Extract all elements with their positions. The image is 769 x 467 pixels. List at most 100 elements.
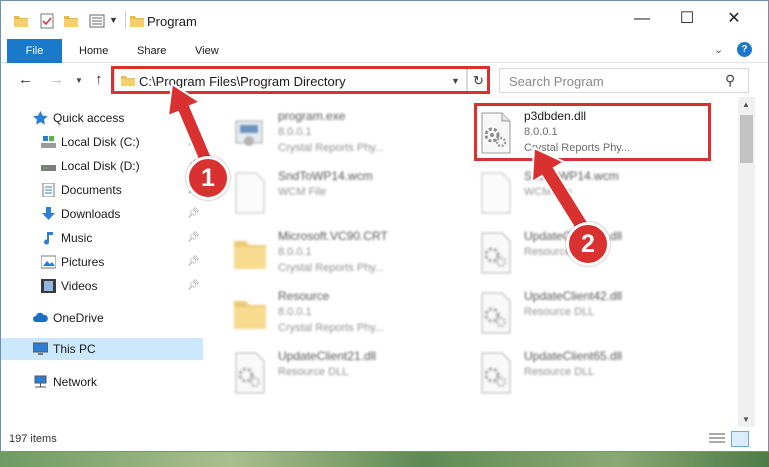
file-description: Crystal Reports Phy... (278, 262, 385, 274)
file-name: UpdateClient65.dll (524, 349, 623, 363)
documents-icon (42, 183, 55, 197)
file-item[interactable]: SndToWP14.wcm WCM File (232, 167, 472, 223)
sidebar-item-label: Pictures (61, 255, 105, 269)
desktop-wallpaper (0, 452, 769, 467)
file-type: WCM File (278, 186, 327, 198)
file-description: Crystal Reports Phy... (278, 322, 385, 334)
sidebar-item-label: This PC (53, 342, 96, 356)
tab-view[interactable]: View (195, 39, 219, 63)
close-button[interactable]: ✕ (719, 7, 749, 31)
recent-locations-icon[interactable]: ▼ (75, 76, 83, 85)
file-name: UpdateClient21.dll (278, 349, 377, 363)
pictures-icon (41, 255, 56, 269)
sidebar-item-downloads[interactable]: Downloads 📌︎ (1, 203, 203, 225)
network-icon (34, 375, 47, 388)
file-type: Resource DLL (524, 306, 595, 318)
scroll-thumb[interactable] (740, 115, 753, 163)
drive-icon (41, 165, 56, 171)
pin-icon[interactable]: 📌︎ (187, 256, 200, 267)
sidebar-item-videos[interactable]: Videos 📌︎ (1, 275, 203, 297)
scroll-up-icon[interactable]: ▲ (742, 100, 750, 109)
sidebar-item-label: Music (61, 231, 93, 245)
folder-icon (130, 16, 144, 27)
folder-icon (234, 301, 266, 329)
sidebar-item-label: Network (53, 375, 98, 389)
file-name: Resource (278, 289, 330, 303)
tab-share[interactable]: Share (137, 39, 166, 63)
sidebar-item-label: Local Disk (D:) (61, 159, 140, 173)
pin-icon[interactable]: 📌︎ (187, 208, 200, 219)
tab-file[interactable]: File (7, 39, 62, 63)
maximize-button[interactable]: ☐ (672, 7, 702, 31)
search-icon[interactable]: ⚲ (725, 72, 735, 89)
folder-icon[interactable] (13, 13, 29, 29)
computer-icon (33, 342, 48, 355)
title-separator (125, 11, 126, 29)
item-count: 197 items (9, 433, 57, 445)
cloud-icon (33, 312, 48, 322)
file-item[interactable]: program.exe 8.0.0.1 Crystal Reports Phy.… (232, 107, 472, 163)
view-options-icon[interactable] (89, 13, 105, 29)
sidebar-item-label: Documents (61, 183, 122, 197)
star-icon (33, 111, 48, 125)
file-type: Resource DLL (524, 366, 595, 378)
file-name: program.exe (278, 109, 346, 123)
file-description: Crystal Reports Phy... (278, 142, 385, 154)
properties-check-icon[interactable] (39, 13, 55, 29)
blank-file-icon (481, 172, 511, 214)
file-name: Microsoft.VC90.CRT (278, 229, 388, 243)
music-icon (44, 232, 53, 245)
tiles-view-icon[interactable] (731, 431, 749, 447)
details-view-icon[interactable] (709, 432, 725, 446)
pin-icon[interactable]: 📌︎ (187, 280, 200, 291)
dll-gear-icon (235, 352, 265, 394)
file-item[interactable]: UpdateClient21.dll Resource DLL (232, 347, 472, 403)
window-title: Program (147, 14, 197, 29)
quick-access-dropdown-icon[interactable]: ▼ (109, 15, 118, 31)
tab-home[interactable]: Home (79, 39, 108, 63)
download-icon (42, 207, 55, 220)
drive-c-icon (41, 136, 56, 148)
search-placeholder[interactable]: Search Program (509, 74, 604, 89)
file-version: 8.0.0.1 (278, 306, 312, 318)
sidebar-item-music[interactable]: Music 📌︎ (1, 227, 203, 249)
sidebar-item-onedrive[interactable]: OneDrive (1, 307, 203, 329)
up-button[interactable]: ↑ (95, 71, 103, 88)
forward-button[interactable]: → (49, 71, 64, 88)
annotation-badge-1: 1 (186, 156, 230, 200)
new-folder-icon[interactable] (63, 13, 79, 29)
back-button[interactable]: ← (18, 71, 33, 88)
scroll-down-icon[interactable]: ▼ (742, 415, 750, 424)
file-version: 8.0.0.1 (278, 126, 312, 138)
file-item[interactable]: UpdateClient65.dll Resource DLL (478, 347, 718, 403)
videos-icon (41, 279, 56, 293)
file-name: UpdateClient42.dll (524, 289, 623, 303)
sidebar-item-this-pc[interactable]: This PC (1, 338, 203, 360)
sidebar-item-pictures[interactable]: Pictures 📌︎ (1, 251, 203, 273)
help-icon[interactable]: ? (737, 42, 752, 57)
dll-gear-icon (481, 292, 511, 334)
sidebar-item-label: Downloads (61, 207, 121, 221)
pin-icon[interactable]: 📌︎ (187, 232, 200, 243)
folder-item[interactable]: Resource 8.0.0.1 Crystal Reports Phy... (232, 287, 472, 343)
file-version: 8.0.0.1 (278, 246, 312, 258)
title-bar: ▼ Program — ☐ ✕ (1, 1, 768, 39)
file-type: Resource DLL (278, 366, 349, 378)
dll-gear-icon (481, 352, 511, 394)
vertical-scrollbar[interactable]: ▲ ▼ (738, 97, 755, 427)
file-name: SndToWP14.wcm (278, 169, 373, 183)
status-bar: 197 items (1, 427, 768, 451)
sidebar-item-network[interactable]: Network (1, 371, 203, 393)
folder-icon (234, 241, 266, 269)
ribbon-tabs: File Home Share View ⌄ ? (1, 39, 768, 63)
sidebar-item-label: Local Disk (C:) (61, 135, 140, 149)
annotation-badge-2: 2 (566, 222, 610, 266)
folder-item[interactable]: Microsoft.VC90.CRT 8.0.0.1 Crystal Repor… (232, 227, 472, 283)
sidebar-item-label: OneDrive (53, 311, 104, 325)
sidebar-item-label: Videos (61, 279, 98, 293)
sidebar-item-label: Quick access (53, 111, 125, 125)
file-item[interactable]: UpdateClient42.dll Resource DLL (478, 287, 718, 343)
minimize-button[interactable]: — (627, 7, 657, 31)
expand-ribbon-icon[interactable]: ⌄ (714, 43, 723, 56)
search-box[interactable]: Search Program ⚲ (499, 68, 749, 93)
